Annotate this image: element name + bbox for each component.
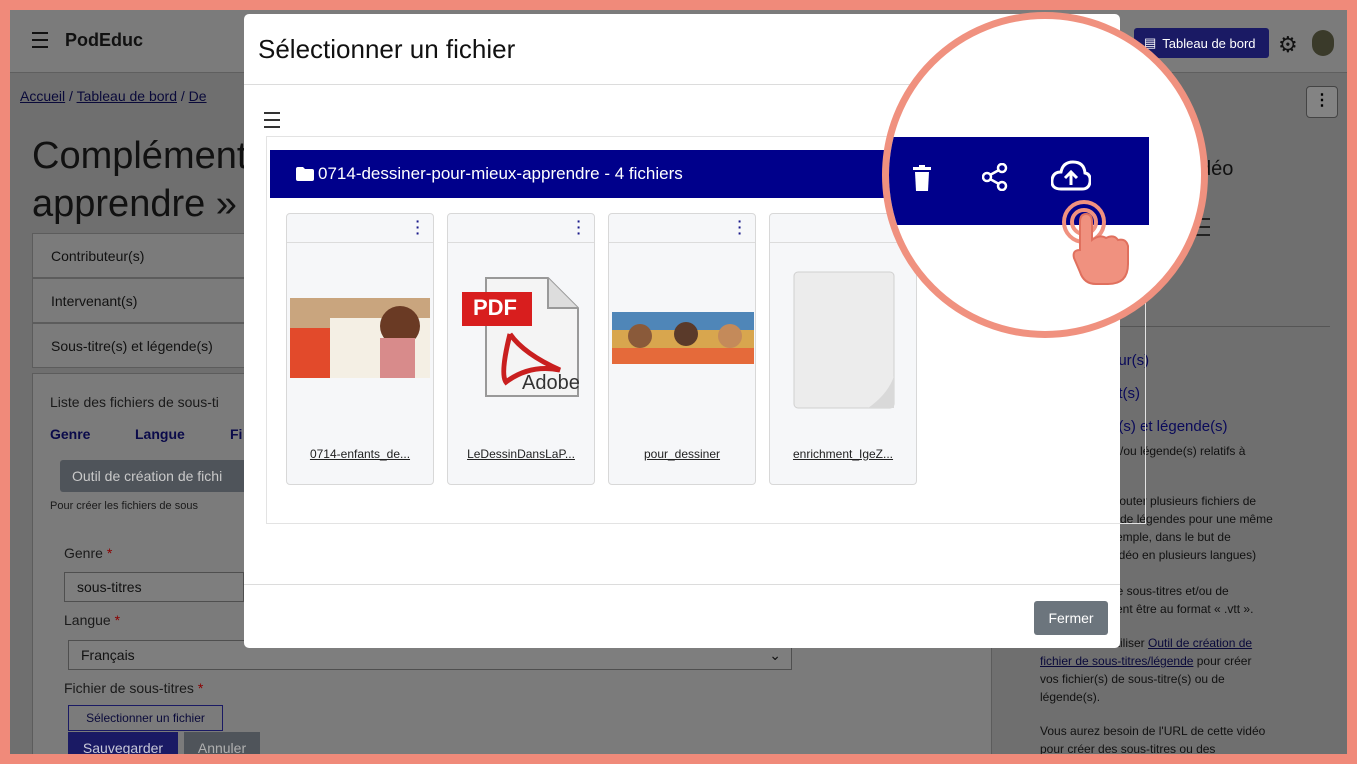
- file-name[interactable]: pour_dessiner: [609, 447, 755, 461]
- required-marker: *: [197, 680, 204, 696]
- kebab-icon[interactable]: · · ·: [576, 214, 582, 240]
- breadcrumb-separator: /: [65, 88, 77, 104]
- image-thumbnail: [612, 312, 754, 364]
- help-line: vent être au format « .vtt ».: [1110, 602, 1254, 616]
- app-frame: PodEduc ▤ Tableau de bord ⚙ Accueil / Ta…: [10, 10, 1347, 754]
- subtitle-tool-help: Pour créer les fichiers de sous: [50, 500, 198, 512]
- breadcrumb-dashboard[interactable]: Tableau de bord: [77, 88, 177, 104]
- subtitle-tool-link[interactable]: Outil de création de: [1148, 636, 1252, 650]
- file-name[interactable]: enrichment_IgeZ...: [770, 447, 916, 461]
- pdf-badge: PDF: [473, 295, 517, 320]
- file-card[interactable]: · · · pour_dessiner: [608, 213, 756, 485]
- subtitle-tool-button[interactable]: Outil de création de fichi: [60, 460, 260, 492]
- cancel-button[interactable]: Annuler: [184, 732, 260, 754]
- kind-label: Genre *: [64, 545, 112, 561]
- select-file-button[interactable]: Sélectionner un fichier: [68, 705, 223, 731]
- column-header-language: Langue: [135, 426, 185, 442]
- kebab-icon[interactable]: · · ·: [737, 214, 743, 240]
- subtitle-file-label: Fichier de sous-titres *: [64, 680, 203, 696]
- breadcrumb: Accueil / Tableau de bord / De: [20, 88, 207, 104]
- kebab-icon[interactable]: · · ·: [415, 214, 421, 240]
- help-line: pour créer des sous-titres ou des: [1040, 742, 1216, 754]
- language-label-text: Langue: [64, 612, 111, 628]
- file-card[interactable]: · · · 0714-enfants_de...: [286, 213, 434, 485]
- file-card[interactable]: · · · PDF Adobe LeDessinDansLaP...: [447, 213, 595, 485]
- close-button[interactable]: Fermer: [1034, 601, 1108, 635]
- sidebar-help-text: de sous-titres et/ou de vent être au for…: [1110, 582, 1347, 618]
- share-icon[interactable]: [982, 163, 1008, 191]
- trash-icon[interactable]: [912, 165, 932, 191]
- file-name[interactable]: 0714-enfants_de...: [287, 447, 433, 461]
- card-header: · · ·: [609, 214, 755, 243]
- menu-icon[interactable]: [264, 112, 280, 128]
- save-button[interactable]: Sauvegarder: [68, 732, 178, 754]
- file-name[interactable]: LeDessinDansLaP...: [448, 447, 594, 461]
- help-line: vidéo en plusieurs langues): [1110, 548, 1257, 562]
- help-line: pour créer: [1193, 654, 1252, 668]
- menu-icon[interactable]: [32, 32, 48, 48]
- help-line: légende(s).: [1040, 690, 1101, 704]
- help-line: Vous aurez besoin de l'URL de cette vidé…: [1040, 724, 1266, 738]
- adobe-logo: Adobe: [522, 372, 580, 394]
- subtitle-file-label-text: Fichier de sous-titres: [64, 680, 194, 696]
- magnifier-callout: [882, 12, 1208, 338]
- dashboard-button-label: Tableau de bord: [1162, 35, 1256, 51]
- required-marker: *: [114, 612, 121, 628]
- page-title: Complément apprendre »: [32, 132, 247, 228]
- help-line: vos fichier(s) de sous-titre(s) ou de: [1040, 672, 1225, 686]
- breadcrumb-home[interactable]: Accueil: [20, 88, 65, 104]
- language-select-value: Français: [81, 647, 135, 663]
- file-card[interactable]: enrichment_IgeZ...: [769, 213, 917, 485]
- page-title-line: apprendre »: [32, 183, 237, 225]
- sidebar-help-text: Vous aurez besoin de l'URL de cette vidé…: [1040, 722, 1330, 754]
- hand-pointer-icon: [1062, 200, 1129, 285]
- image-thumbnail: [290, 298, 430, 378]
- subtitle-list-label: Liste des fichiers de sous-ti: [50, 394, 219, 410]
- breadcrumb-current[interactable]: De: [189, 88, 207, 104]
- divider: [244, 584, 1120, 585]
- modal-title: Sélectionner un fichier: [258, 34, 516, 64]
- language-label: Langue *: [64, 612, 120, 628]
- folder-label: 0714-dessiner-pour-mieux-apprendre - 4 f…: [318, 164, 683, 183]
- subtitle-tool-link[interactable]: fichier de sous-titres/légende: [1040, 654, 1193, 668]
- more-options-button[interactable]: ⋮: [1306, 86, 1338, 118]
- help-line: xemple, dans le but de: [1110, 530, 1231, 544]
- folder-icon: [296, 167, 314, 181]
- blank-file-icon: [793, 271, 895, 409]
- brand[interactable]: PodEduc: [65, 30, 143, 51]
- gear-icon[interactable]: ⚙: [1278, 32, 1298, 58]
- avatar[interactable]: [1312, 30, 1334, 56]
- card-header: · · ·: [448, 214, 594, 243]
- required-marker: *: [106, 545, 113, 561]
- kind-label-text: Genre: [64, 545, 103, 561]
- help-line: de sous-titres et/ou de: [1110, 584, 1229, 598]
- card-header: · · ·: [287, 214, 433, 243]
- cloud-upload-icon[interactable]: [1051, 159, 1091, 193]
- page-title-line: Complément: [32, 135, 248, 177]
- kind-select[interactable]: sous-titres: [64, 572, 244, 602]
- divider: [1120, 326, 1330, 327]
- breadcrumb-separator: /: [176, 88, 189, 104]
- column-header-file: Fi: [230, 426, 243, 442]
- column-header-kind: Genre: [50, 426, 91, 442]
